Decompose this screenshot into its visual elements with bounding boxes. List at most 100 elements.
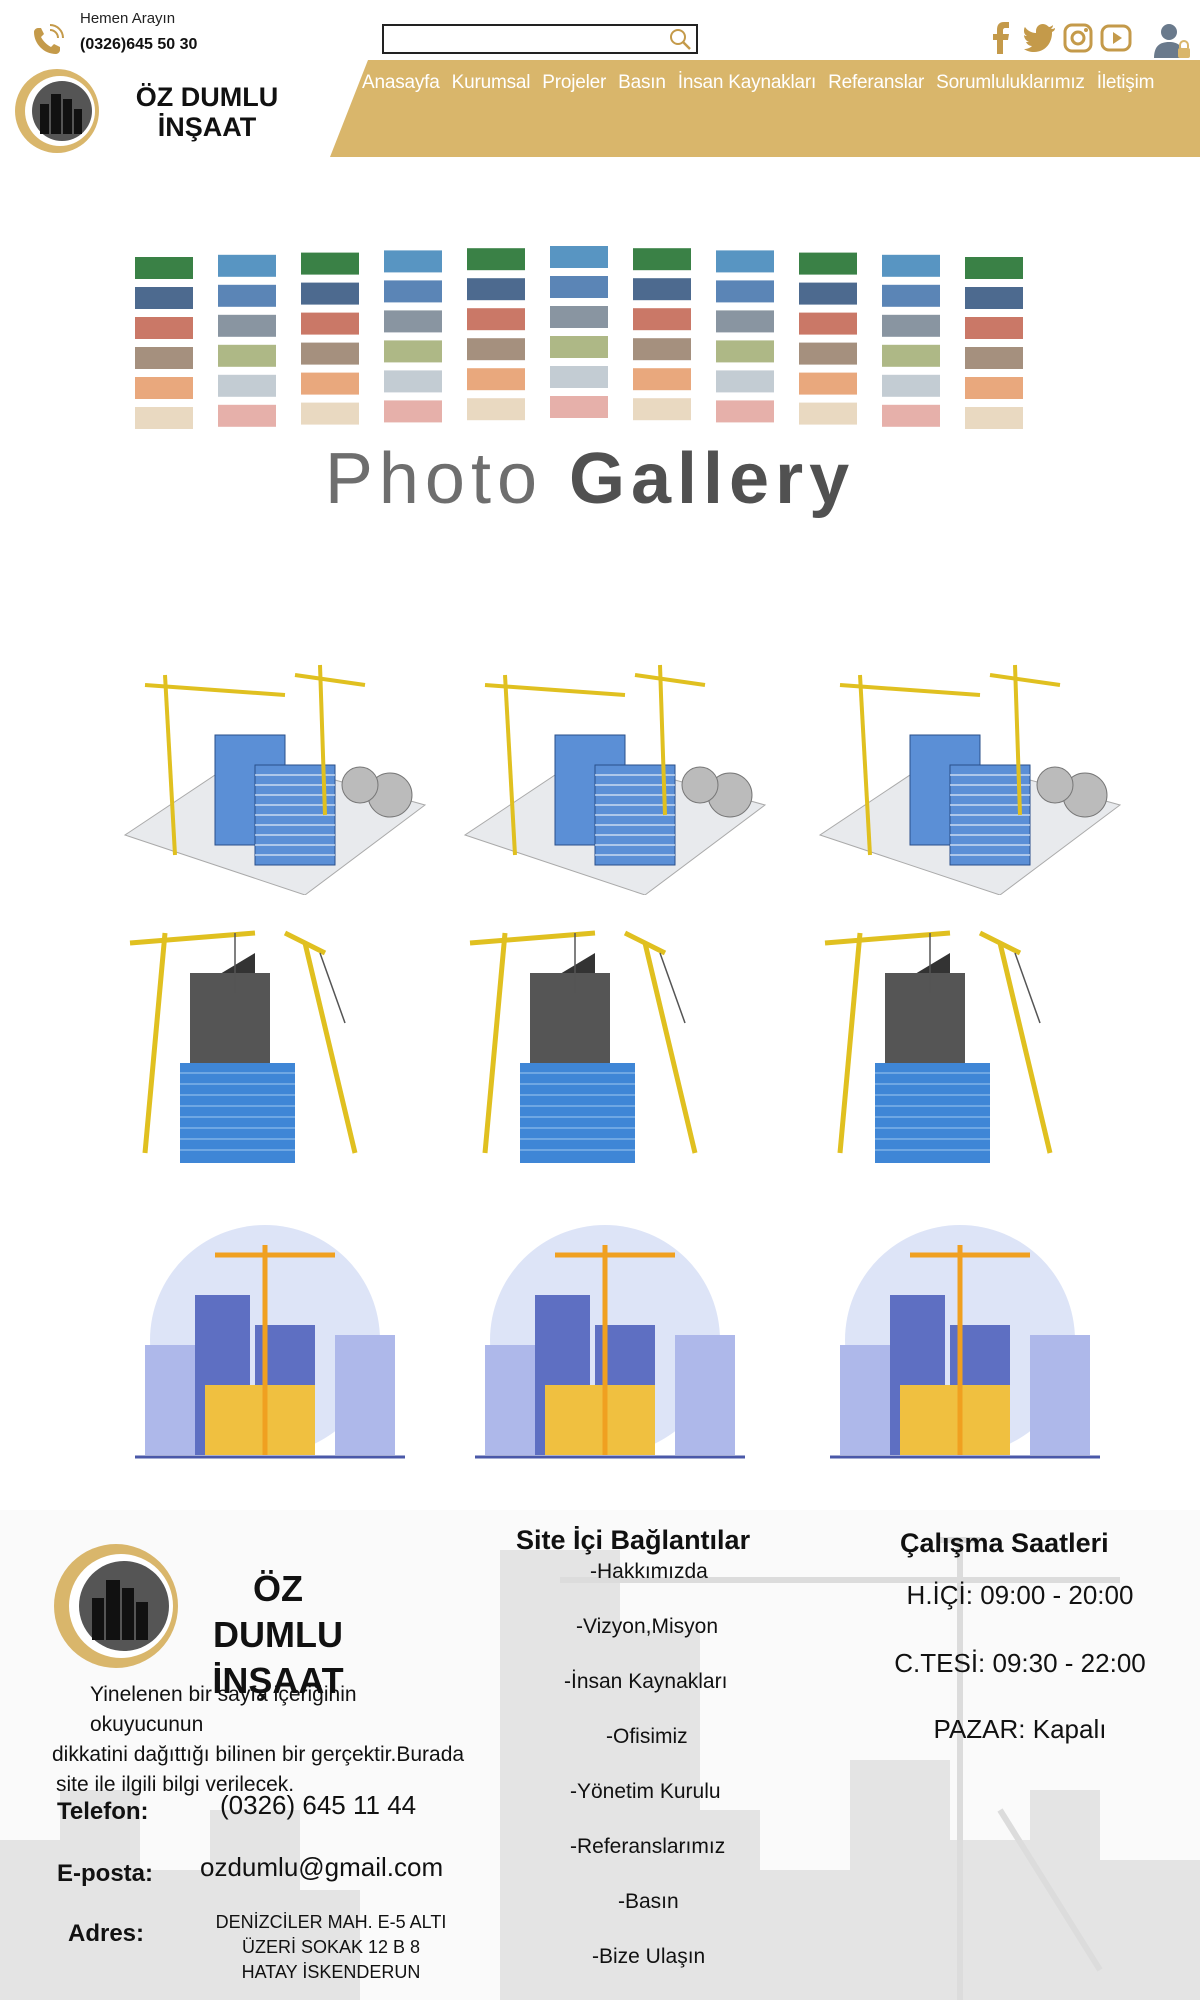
mosaic-thumbnail: [301, 312, 359, 335]
nav-item-kurumsal[interactable]: Kurumsal: [452, 72, 531, 94]
mosaic-thumbnail: [716, 370, 774, 393]
footer-link-ofisimiz[interactable]: -Ofisimiz: [606, 1725, 688, 1749]
mosaic-thumbnail: [799, 372, 857, 395]
footer-link-basin[interactable]: -Basın: [618, 1890, 679, 1914]
call-number[interactable]: (0326)645 50 30: [80, 36, 197, 54]
gallery-image-city-illustration[interactable]: [800, 1225, 1130, 1475]
footer-link-vizyon-misyon[interactable]: -Vizyon,Misyon: [576, 1615, 718, 1639]
mosaic-thumbnail: [135, 287, 193, 309]
mosaic-thumbnail: [633, 248, 691, 271]
search-box: [382, 24, 698, 54]
search-icon[interactable]: [666, 28, 692, 50]
footer-link-yonetim-kurulu[interactable]: -Yönetim Kurulu: [570, 1780, 721, 1804]
nav-item-sorumluluklarimiz[interactable]: Sorumluluklarımız: [936, 72, 1085, 94]
main-nav: Anasayfa Kurumsal Projeler Basın İnsan K…: [362, 72, 1154, 94]
mosaic-thumbnail: [550, 246, 608, 268]
mosaic-thumbnail: [467, 278, 525, 301]
mosaic-thumbnail: [716, 250, 774, 273]
email-label: E-posta:: [57, 1860, 153, 1887]
mosaic-thumbnail: [384, 370, 442, 393]
footer-description-line: Yinelenen bir sayfa içeriğinin okuyucunu…: [90, 1683, 357, 1736]
search-input[interactable]: [384, 26, 654, 52]
photo-mosaic-image: [135, 246, 1023, 429]
gallery-image-tower-cranes[interactable]: [800, 913, 1130, 1163]
mosaic-thumbnail: [135, 347, 193, 369]
mosaic-thumbnail: [384, 340, 442, 363]
footer-logo[interactable]: ÖZ DUMLU İNŞAAT: [48, 1536, 378, 1701]
footer-description-line: dikkatini dağıttığı bilinen bir gerçekti…: [52, 1743, 465, 1766]
mosaic-thumbnail: [882, 284, 940, 307]
site-logo[interactable]: ÖZ DUMLU İNŞAAT: [2, 64, 302, 158]
youtube-icon[interactable]: [1100, 22, 1132, 54]
mosaic-thumbnail: [467, 368, 525, 391]
mosaic-thumbnail: [882, 344, 940, 367]
mosaic-thumbnail: [716, 280, 774, 303]
mosaic-thumbnail: [633, 278, 691, 301]
mosaic-thumbnail: [218, 284, 276, 307]
site-header: Hemen Arayın (0326)645 50 30 ÖZ DUMLU İN…: [0, 0, 1200, 160]
mosaic-thumbnail: [301, 252, 359, 275]
phone-value[interactable]: (0326) 645 11 44: [220, 1790, 416, 1821]
footer-link-bize-ulasin[interactable]: -Bize Ulaşın: [592, 1945, 705, 1969]
mosaic-thumbnail: [467, 248, 525, 271]
footer-link-hakkimizda[interactable]: -Hakkımızda: [590, 1560, 708, 1584]
nav-item-referanslar[interactable]: Referanslar: [828, 72, 924, 94]
address-line: ÜZERİ SOKAK 12 B 8: [241, 1937, 421, 1957]
mosaic-thumbnail: [965, 347, 1023, 369]
mosaic-thumbnail: [965, 317, 1023, 339]
facebook-icon[interactable]: [986, 22, 1018, 54]
hours-weekday: H.İÇİ: 09:00 - 20:00: [906, 1580, 1134, 1610]
logo-emblem-icon: [15, 69, 99, 153]
mosaic-thumbnail: [218, 374, 276, 397]
nav-item-projeler[interactable]: Projeler: [542, 72, 606, 94]
banner-title: Photo Gallery: [130, 438, 1050, 520]
mosaic-thumbnail: [882, 314, 940, 337]
mosaic-thumbnail: [633, 308, 691, 331]
mosaic-thumbnail: [550, 366, 608, 388]
address-label: Adres:: [68, 1920, 145, 1947]
instagram-icon[interactable]: [1062, 22, 1094, 54]
gallery-image-blueprint-buildings[interactable]: [105, 645, 435, 896]
mosaic-thumbnail: [135, 317, 193, 339]
mosaic-thumbnail: [384, 280, 442, 303]
gallery-image-city-illustration[interactable]: [445, 1225, 775, 1475]
gallery-image-blueprint-buildings[interactable]: [800, 645, 1130, 896]
gallery-image-city-illustration[interactable]: [105, 1225, 435, 1475]
logo-text: ÖZ DUMLU İNŞAAT: [122, 82, 292, 142]
mosaic-thumbnail: [965, 377, 1023, 399]
mosaic-thumbnail: [799, 282, 857, 305]
mosaic-thumbnail: [716, 340, 774, 363]
nav-item-anasayfa[interactable]: Anasayfa: [362, 72, 440, 94]
nav-item-insan-kaynaklari[interactable]: İnsan Kaynakları: [678, 72, 817, 94]
mosaic-thumbnail: [633, 368, 691, 391]
address-line: HATAY İSKENDERUN: [241, 1962, 421, 1982]
footer-link-referanslarimiz[interactable]: -Referanslarımız: [570, 1835, 725, 1859]
user-account-icon[interactable]: [1152, 20, 1192, 60]
hours-saturday: C.TESİ: 09:30 - 22:00: [894, 1648, 1146, 1678]
logo-line-2: İNŞAAT: [157, 112, 257, 142]
twitter-icon[interactable]: [1024, 22, 1056, 54]
mosaic-thumbnail: [633, 398, 691, 421]
hours-sunday: PAZAR: Kapalı: [933, 1714, 1107, 1744]
gallery-image-blueprint-buildings[interactable]: [445, 645, 775, 896]
mosaic-thumbnail: [301, 282, 359, 305]
mosaic-thumbnail: [218, 314, 276, 337]
links-title: Site İçi Bağlantılar: [516, 1525, 751, 1555]
footer-logo-line-1: ÖZ DUMLU: [213, 1568, 343, 1655]
logo-line-1: ÖZ DUMLU: [135, 82, 279, 112]
email-value[interactable]: ozdumlu@gmail.com: [200, 1852, 443, 1883]
mosaic-thumbnail: [716, 310, 774, 333]
mosaic-thumbnail: [135, 257, 193, 279]
mosaic-thumbnail: [301, 342, 359, 365]
banner-title-part2: Gallery: [569, 439, 856, 519]
footer-link-insan-kaynaklari[interactable]: -İnsan Kaynakları: [564, 1670, 727, 1694]
phone-icon[interactable]: [28, 20, 68, 60]
nav-item-iletisim[interactable]: İletişim: [1097, 72, 1155, 94]
site-footer: ÖZ DUMLU İNŞAAT Yinelenen bir sayfa içer…: [0, 1510, 1200, 2000]
nav-item-basin[interactable]: Basın: [618, 72, 666, 94]
mosaic-thumbnail: [799, 312, 857, 335]
mosaic-thumbnail: [799, 402, 857, 425]
phone-label: Telefon:: [57, 1798, 149, 1825]
gallery-image-tower-cranes[interactable]: [445, 913, 775, 1163]
gallery-image-tower-cranes[interactable]: [105, 913, 435, 1163]
